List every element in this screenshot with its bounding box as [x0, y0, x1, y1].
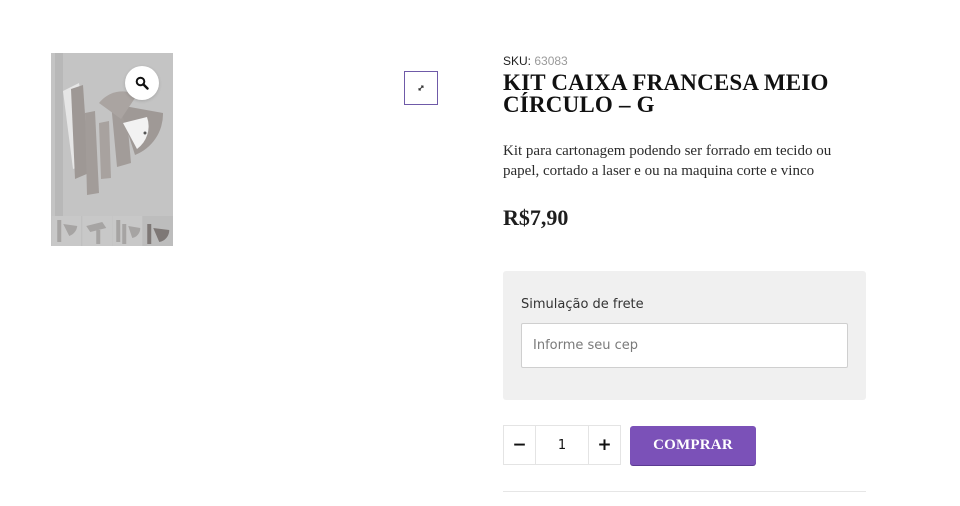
product-summary: SKU: 63083 KIT CAIXA FRANCESA MEIO CÍRCU… [503, 54, 866, 231]
quantity-stepper: − + [503, 425, 621, 465]
expand-icon [418, 85, 424, 91]
gallery-thumbnail[interactable] [142, 216, 174, 246]
gallery-thumbnail[interactable] [112, 216, 143, 246]
shipping-simulator: Simulação de frete [503, 271, 866, 400]
quantity-decrease-button[interactable]: − [504, 426, 536, 464]
shipping-label: Simulação de frete [521, 297, 644, 312]
gallery-thumbnails [51, 216, 173, 246]
quantity-input[interactable] [536, 426, 588, 464]
quantity-increase-button[interactable]: + [588, 426, 620, 464]
product-description: Kit para cartonagem podendo ser forrado … [503, 143, 832, 179]
product-price: R$7,90 [503, 205, 569, 230]
sku-label: SKU: [503, 54, 532, 68]
gallery-expand-button[interactable] [404, 71, 438, 105]
gallery-thumbnail[interactable] [81, 216, 113, 246]
magnifier-icon [135, 76, 149, 90]
cep-input[interactable] [521, 323, 848, 368]
gallery-thumbnail[interactable] [51, 216, 82, 246]
divider [503, 491, 866, 492]
product-sku: SKU: 63083 [503, 54, 866, 69]
gallery-zoom-button[interactable] [125, 66, 159, 100]
product-title: KIT CAIXA FRANCESA MEIO CÍRCULO – G [503, 70, 829, 117]
sku-value: 63083 [534, 54, 568, 68]
buy-button[interactable]: COMPRAR [630, 426, 756, 465]
product-page: SKU: 63083 KIT CAIXA FRANCESA MEIO CÍRCU… [0, 0, 960, 506]
